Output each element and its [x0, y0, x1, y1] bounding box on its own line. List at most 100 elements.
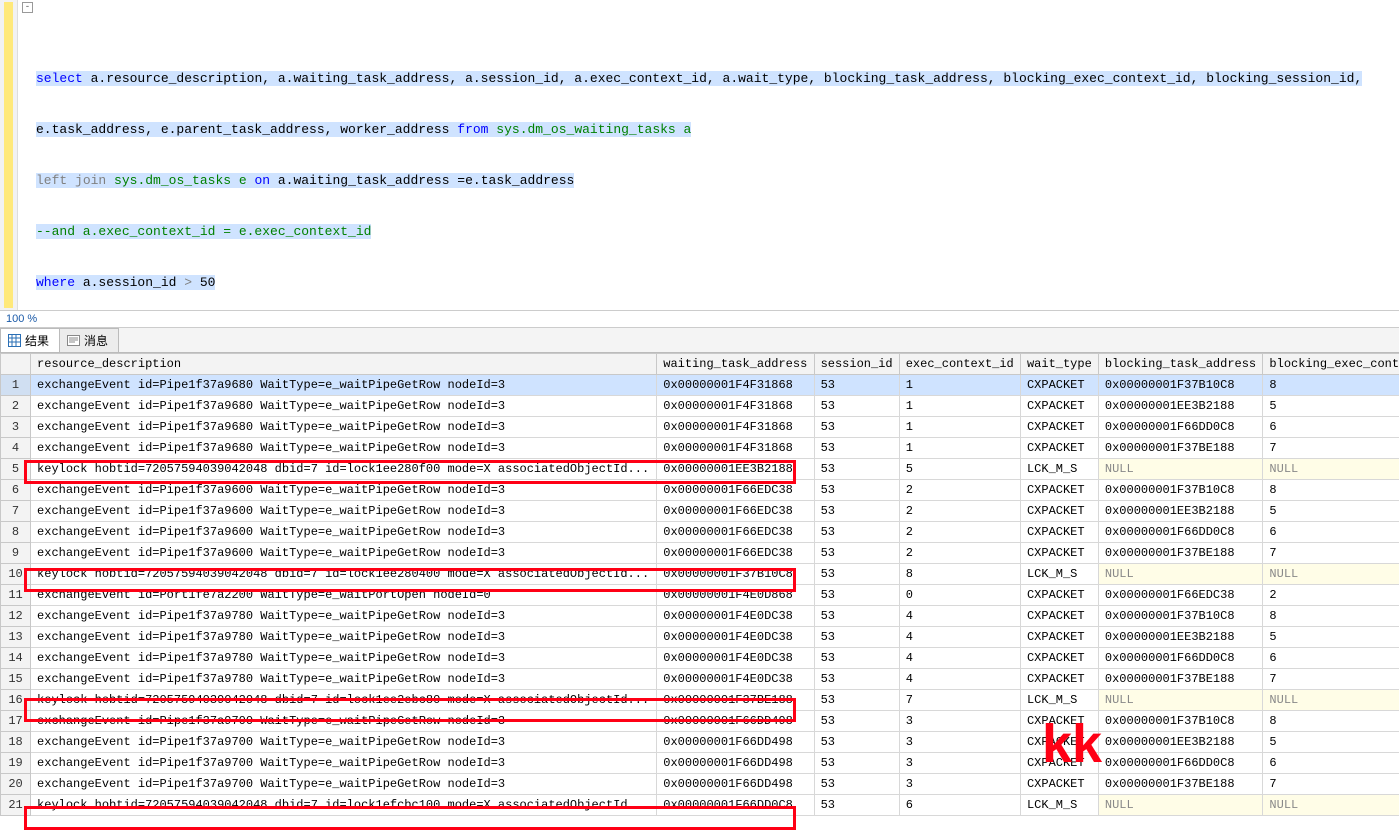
table-row[interactable]: 12exchangeEvent id=Pipe1f37a9780 WaitTyp… [1, 606, 1399, 627]
table-row[interactable]: 19exchangeEvent id=Pipe1f37a9700 WaitTyp… [1, 753, 1399, 774]
data-cell[interactable]: 53 [814, 417, 899, 438]
data-cell[interactable]: 0x00000001F37BE188 [1098, 543, 1263, 564]
data-cell[interactable]: 0x00000001F66EDC38 [657, 501, 814, 522]
data-cell[interactable]: NULL [1098, 795, 1263, 816]
data-cell[interactable]: CXPACKET [1020, 648, 1098, 669]
data-cell[interactable]: 53 [814, 732, 899, 753]
data-cell[interactable]: LCK_M_S [1020, 795, 1098, 816]
data-cell[interactable]: 6 [1263, 648, 1399, 669]
zoom-level[interactable]: 100 % [0, 310, 1399, 328]
table-row[interactable]: 16keylock hobtid=72057594039042048 dbid=… [1, 690, 1399, 711]
data-cell[interactable]: exchangeEvent id=Port1fe7a2200 WaitType=… [31, 585, 657, 606]
data-cell[interactable]: exchangeEvent id=Pipe1f37a9780 WaitType=… [31, 669, 657, 690]
data-cell[interactable]: NULL [1098, 564, 1263, 585]
data-cell[interactable]: 0x00000001F4F31868 [657, 375, 814, 396]
data-cell[interactable]: 0x00000001F66DD0C8 [1098, 417, 1263, 438]
rownum-cell[interactable]: 6 [1, 480, 31, 501]
data-cell[interactable]: 6 [1263, 417, 1399, 438]
rownum-cell[interactable]: 15 [1, 669, 31, 690]
col-waiting-task-address[interactable]: waiting_task_address [657, 354, 814, 375]
data-cell[interactable]: 0x00000001EE3B2188 [1098, 732, 1263, 753]
table-row[interactable]: 5keylock hobtid=72057594039042048 dbid=7… [1, 459, 1399, 480]
rownum-cell[interactable]: 8 [1, 522, 31, 543]
sql-editor[interactable]: - select a.resource_description, a.waiti… [0, 0, 1399, 310]
data-cell[interactable]: 53 [814, 753, 899, 774]
data-cell[interactable]: 53 [814, 459, 899, 480]
data-cell[interactable]: 0x00000001F66DD0C8 [1098, 753, 1263, 774]
data-cell[interactable]: 0x00000001F66DD498 [657, 732, 814, 753]
col-resource-description[interactable]: resource_description [31, 354, 657, 375]
table-row[interactable]: 18exchangeEvent id=Pipe1f37a9700 WaitTyp… [1, 732, 1399, 753]
data-cell[interactable]: 6 [899, 795, 1020, 816]
data-cell[interactable]: exchangeEvent id=Pipe1f37a9600 WaitType=… [31, 480, 657, 501]
data-cell[interactable]: 5 [1263, 396, 1399, 417]
data-cell[interactable]: 53 [814, 375, 899, 396]
table-row[interactable]: 21keylock hobtid=72057594039042048 dbid=… [1, 795, 1399, 816]
data-cell[interactable]: 53 [814, 585, 899, 606]
data-cell[interactable]: 7 [1263, 669, 1399, 690]
data-cell[interactable]: 0x00000001F66EDC38 [657, 543, 814, 564]
data-cell[interactable]: 2 [899, 501, 1020, 522]
table-row[interactable]: 9exchangeEvent id=Pipe1f37a9600 WaitType… [1, 543, 1399, 564]
table-row[interactable]: 2exchangeEvent id=Pipe1f37a9680 WaitType… [1, 396, 1399, 417]
table-row[interactable]: 3exchangeEvent id=Pipe1f37a9680 WaitType… [1, 417, 1399, 438]
data-cell[interactable]: 0x00000001F4F31868 [657, 438, 814, 459]
data-cell[interactable]: 2 [899, 522, 1020, 543]
data-cell[interactable]: exchangeEvent id=Pipe1f37a9600 WaitType=… [31, 501, 657, 522]
rownum-cell[interactable]: 4 [1, 438, 31, 459]
data-cell[interactable]: 0x00000001EE3B2188 [1098, 396, 1263, 417]
data-cell[interactable]: 0x00000001F37BE188 [1098, 774, 1263, 795]
data-cell[interactable]: 8 [1263, 375, 1399, 396]
col-exec-context-id[interactable]: exec_context_id [899, 354, 1020, 375]
data-cell[interactable]: exchangeEvent id=Pipe1f37a9680 WaitType=… [31, 438, 657, 459]
data-cell[interactable]: exchangeEvent id=Pipe1f37a9700 WaitType=… [31, 753, 657, 774]
tab-messages[interactable]: 消息 [59, 328, 119, 352]
data-cell[interactable]: exchangeEvent id=Pipe1f37a9600 WaitType=… [31, 543, 657, 564]
data-cell[interactable]: 0x00000001F4F31868 [657, 396, 814, 417]
data-cell[interactable]: LCK_M_S [1020, 690, 1098, 711]
data-cell[interactable]: keylock hobtid=72057594039042048 dbid=7 … [31, 564, 657, 585]
col-wait-type[interactable]: wait_type [1020, 354, 1098, 375]
data-cell[interactable]: CXPACKET [1020, 417, 1098, 438]
rownum-cell[interactable]: 10 [1, 564, 31, 585]
data-cell[interactable]: exchangeEvent id=Pipe1f37a9780 WaitType=… [31, 606, 657, 627]
data-cell[interactable]: exchangeEvent id=Pipe1f37a9680 WaitType=… [31, 396, 657, 417]
data-cell[interactable]: 7 [1263, 438, 1399, 459]
data-cell[interactable]: 7 [1263, 774, 1399, 795]
data-cell[interactable]: NULL [1098, 459, 1263, 480]
data-cell[interactable]: 53 [814, 690, 899, 711]
data-cell[interactable]: 53 [814, 438, 899, 459]
rownum-cell[interactable]: 1 [1, 375, 31, 396]
data-cell[interactable]: CXPACKET [1020, 606, 1098, 627]
data-cell[interactable]: 5 [1263, 501, 1399, 522]
col-blocking-task-address[interactable]: blocking_task_address [1098, 354, 1263, 375]
data-cell[interactable]: 8 [1263, 711, 1399, 732]
data-cell[interactable]: NULL [1263, 690, 1399, 711]
data-cell[interactable]: exchangeEvent id=Pipe1f37a9680 WaitType=… [31, 375, 657, 396]
rownum-cell[interactable]: 14 [1, 648, 31, 669]
table-row[interactable]: 20exchangeEvent id=Pipe1f37a9700 WaitTyp… [1, 774, 1399, 795]
data-cell[interactable]: 0x00000001F66DD0C8 [1098, 648, 1263, 669]
data-cell[interactable]: LCK_M_S [1020, 459, 1098, 480]
col-blocking-exec-context-id[interactable]: blocking_exec_context_id [1263, 354, 1399, 375]
rownum-cell[interactable]: 20 [1, 774, 31, 795]
rownum-cell[interactable]: 18 [1, 732, 31, 753]
data-cell[interactable]: 5 [1263, 732, 1399, 753]
data-cell[interactable]: CXPACKET [1020, 396, 1098, 417]
data-cell[interactable]: exchangeEvent id=Pipe1f37a9700 WaitType=… [31, 774, 657, 795]
data-cell[interactable]: 3 [899, 732, 1020, 753]
rownum-cell[interactable]: 9 [1, 543, 31, 564]
data-cell[interactable]: 0x00000001F66DD498 [657, 753, 814, 774]
data-cell[interactable]: 2 [1263, 585, 1399, 606]
table-row[interactable]: 1exchangeEvent id=Pipe1f37a9680 WaitType… [1, 375, 1399, 396]
data-cell[interactable]: 53 [814, 795, 899, 816]
data-cell[interactable]: CXPACKET [1020, 501, 1098, 522]
data-cell[interactable]: CXPACKET [1020, 669, 1098, 690]
data-cell[interactable]: NULL [1263, 795, 1399, 816]
fold-icon[interactable]: - [22, 2, 33, 13]
data-cell[interactable]: 53 [814, 774, 899, 795]
data-cell[interactable]: exchangeEvent id=Pipe1f37a9780 WaitType=… [31, 648, 657, 669]
data-cell[interactable]: 53 [814, 669, 899, 690]
data-cell[interactable]: CXPACKET [1020, 774, 1098, 795]
data-cell[interactable]: 8 [1263, 480, 1399, 501]
